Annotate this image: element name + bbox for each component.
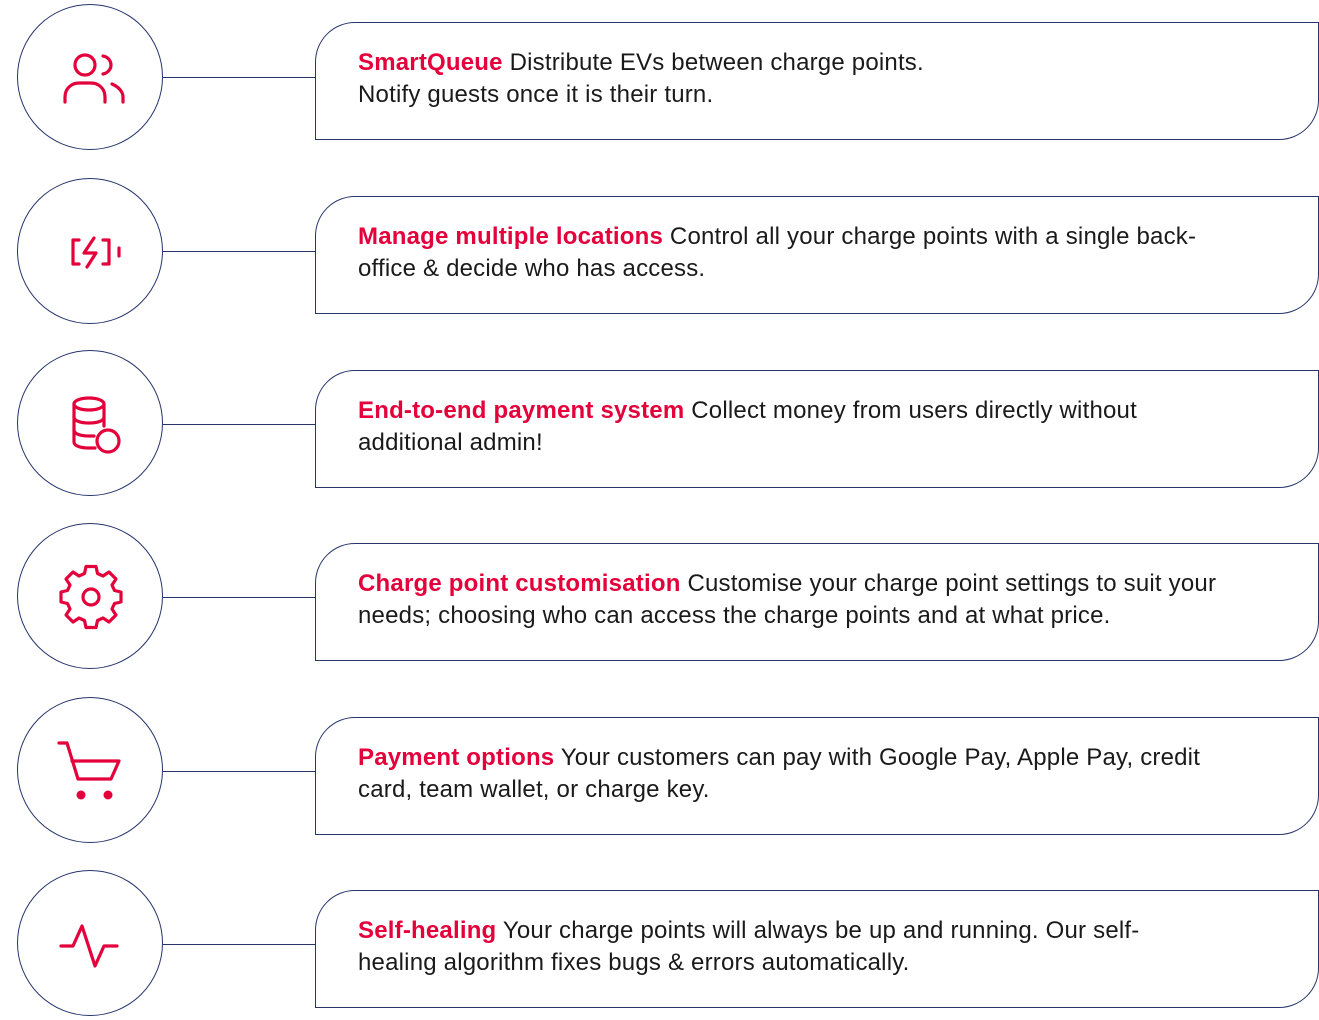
icon-circle [17, 4, 163, 150]
feature-title: SmartQueue [358, 49, 503, 76]
connector-line [163, 251, 315, 252]
connector-line [163, 597, 315, 598]
feature-card: End-to-end payment system Collect money … [315, 370, 1319, 488]
connector-line [163, 424, 315, 425]
icon-circle [17, 697, 163, 843]
activity-pulse-icon [59, 924, 119, 968]
feature-text-line1: Distribute EVs between charge points. [509, 49, 924, 76]
feature-text-line1: Customise your charge point settings to … [687, 570, 1217, 597]
feature-text-line1: Control all your charge points with a si… [669, 223, 1197, 250]
feature-title: Manage multiple locations [358, 223, 664, 250]
feature-text-line2: additional admin! [358, 429, 543, 456]
feature-text-line1: Collect money from users directly withou… [691, 397, 1137, 424]
connector-line [163, 944, 315, 945]
gear-icon [59, 564, 123, 630]
icon-circle [17, 350, 163, 496]
feature-description: Payment options Your customers can pay w… [358, 742, 1288, 806]
feature-title: Self-healing [358, 917, 497, 944]
feature-text-line2: card, team wallet, or charge key. [358, 776, 710, 803]
connector-line [163, 77, 315, 78]
feature-text-line2: Notify guests once it is their turn. [358, 81, 714, 108]
connector-line [163, 771, 315, 772]
feature-card: SmartQueue Distribute EVs between charge… [315, 22, 1319, 140]
feature-title: Charge point customisation [358, 570, 681, 597]
feature-row-self-healing: Self-healing Your charge points will alw… [0, 870, 1319, 1020]
feature-card: Manage multiple locations Control all yo… [315, 196, 1319, 314]
feature-card: Payment options Your customers can pay w… [315, 717, 1319, 835]
icon-circle [17, 178, 163, 324]
feature-title: End-to-end payment system [358, 397, 685, 424]
feature-description: SmartQueue Distribute EVs between charge… [358, 47, 1288, 111]
icon-circle [17, 523, 163, 669]
feature-row-payment-options: Payment options Your customers can pay w… [0, 697, 1319, 847]
feature-row-payment-system: End-to-end payment system Collect money … [0, 350, 1319, 500]
feature-description: Charge point customisation Customise you… [358, 568, 1288, 632]
feature-text-line2: office & decide who has access. [358, 255, 706, 282]
feature-text-line2: healing algorithm fixes bugs & errors au… [358, 949, 910, 976]
feature-title: Payment options [358, 744, 555, 771]
feature-text-line1: Your customers can pay with Google Pay, … [560, 744, 1201, 771]
feature-row-smartqueue: SmartQueue Distribute EVs between charge… [0, 2, 1319, 152]
shopping-cart-icon [57, 741, 121, 800]
feature-text-line2: needs; choosing who can access the charg… [358, 602, 1111, 629]
feature-description: End-to-end payment system Collect money … [358, 395, 1288, 459]
feature-text-line1: Your charge points will always be up and… [502, 917, 1140, 944]
users-icon [63, 53, 125, 104]
coins-icon [72, 396, 121, 454]
battery-charging-icon [71, 236, 121, 269]
feature-card: Self-healing Your charge points will alw… [315, 890, 1319, 1008]
icon-circle [17, 870, 163, 1016]
feature-card: Charge point customisation Customise you… [315, 543, 1319, 661]
feature-description: Self-healing Your charge points will alw… [358, 915, 1288, 979]
feature-description: Manage multiple locations Control all yo… [358, 221, 1288, 285]
feature-row-multiple-locations: Manage multiple locations Control all yo… [0, 176, 1319, 326]
feature-row-customisation: Charge point customisation Customise you… [0, 523, 1319, 673]
